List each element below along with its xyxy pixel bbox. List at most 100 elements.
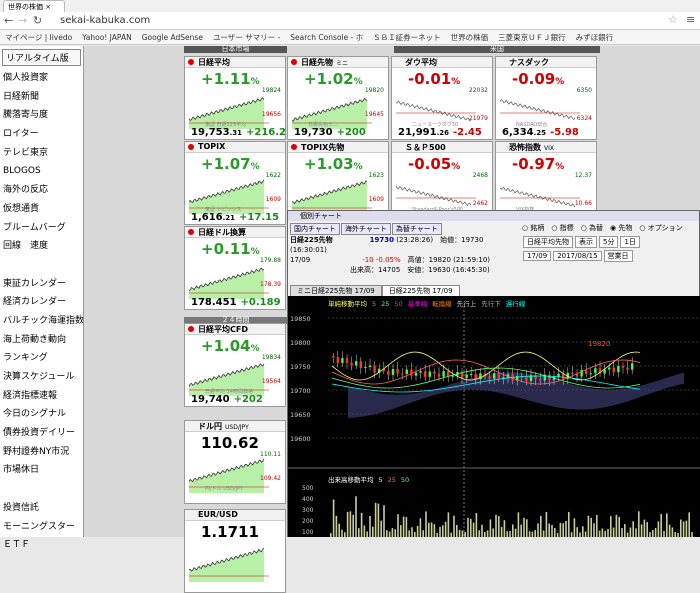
sidebar-item[interactable]: 個人投資家 [0,69,83,88]
sidebar-item[interactable]: モーニングスター [0,518,83,537]
sidebar-item[interactable]: バルチック海運指数 [0,312,83,331]
sidebar-item[interactable]: 東証カレンダー [0,275,83,294]
candle-body [488,376,491,379]
bookmark-item[interactable]: 世界の株価 [446,30,494,44]
sidebar-item[interactable]: 経済カレンダー [0,293,83,312]
sidebar-item[interactable]: 海外の反応 [0,181,83,200]
volume-bar [422,530,424,537]
price-decimal: .26 [436,129,449,137]
card-header: Ｓ＆Ｐ500 [392,142,492,153]
candle-body [345,358,349,363]
volume-bar [520,524,522,537]
market-card[interactable]: 日経ドル換算 +0.11% 179.88 178.39 178.451 +0.189 [184,226,286,310]
candle-body [451,375,454,377]
sidebar-item[interactable]: 決算スケジュール [0,368,83,387]
sidebar-item[interactable] [0,256,83,275]
market-card[interactable]: EUR/USD 1.1711 [184,509,286,593]
sidebar-item[interactable]: ブルームバーグ [0,219,83,238]
card-header: TOPIX先物 [288,142,388,153]
market-card[interactable]: 日経先物 ミニ +1.02% 19820 19645 日経先物ミニ 19,730 +200 [287,56,389,140]
back-icon[interactable]: ← [4,14,13,27]
sidebar-item[interactable]: 仮想通貨 [0,200,83,219]
realtime-link[interactable]: リアルタイム版 [2,49,81,66]
sidebar-item[interactable]: ＥＴＦ [0,536,83,555]
volume-bar [453,515,455,537]
bookmarks-bar: マイページ | livedo Yahoo! JAPAN Google AdSense… [0,30,700,45]
bookmark-item[interactable]: Yahoo! JAPAN [77,31,136,44]
star-icon[interactable]: ☆ [668,13,678,26]
url-field[interactable]: sekai-kabuka.com [60,15,150,26]
menu-icon[interactable]: ≡ [686,13,695,26]
card-name: 恐怖指数 [509,143,541,152]
date-field[interactable]: 2017/08/15 [553,251,602,261]
instrument-name: 日経225先物 [290,236,333,244]
sidebar-item[interactable]: 日経新聞 [0,88,83,107]
bookmark-item[interactable]: ユーザー サマリー - [208,30,285,44]
sidebar-item[interactable]: 海上荷動き動向 [0,331,83,350]
card-chart: 1622 1609 東証 トピックス [188,172,281,214]
chart-window-tab[interactable]: 海外チャート [340,223,391,235]
sidebar-item[interactable]: 騰落寄与度 [0,106,83,125]
forward-icon[interactable]: → [18,14,27,27]
card-percent-value: -0.05 [408,155,452,173]
browser-tab[interactable]: 世界の株価 × [3,0,65,12]
volume-bar [621,528,623,537]
volume-bar [464,532,466,537]
volume-bar [534,529,536,537]
bookmark-item[interactable]: みずほ銀行 [571,30,619,44]
chart-window-tab[interactable]: 国内チャート [290,223,340,235]
price-legend-item: 遅行線 [505,300,526,308]
axis-high: 1623 [368,172,384,179]
candle-body [608,367,611,370]
card-sub: VIX [544,145,554,152]
range-select[interactable]: 1日 [620,236,640,248]
instrument-select[interactable]: 日経平均先物 [523,236,573,248]
volume-bar [565,520,567,537]
candle-body [585,370,588,374]
sidebar-item[interactable]: BLOGOS [0,162,83,181]
market-card[interactable]: ナスダック -0.09% 6350 6324 NASDAQ総合 6,334.25 -5.98 [495,56,597,140]
reload-icon[interactable]: ↻ [33,14,42,27]
market-card[interactable]: ダウ平均 -0.01% 22032 21979 ニューヨークダウ30 21,991.26-… [391,56,493,140]
sidebar-item[interactable]: ロイター [0,125,83,144]
show-button[interactable]: 表示 [575,236,597,248]
chart-window-tab[interactable]: 為替チャート [391,223,442,235]
price-main: 21,991 [398,127,437,138]
instrument-type-radios[interactable]: ○ 銘柄 ○ 指標 ○ 為替 ◉ 先物 ○ オプション [522,223,683,233]
sidebar-item[interactable]: 今日のシグナル [0,405,83,424]
bookmark-item[interactable]: 三菱東京ＵＦＪ銀行 [493,30,571,44]
market-card[interactable]: 日経平均 +1.11% 19824 19656 東証 日経225平均 19,753.31 +… [184,56,286,140]
price-legend-item: 基準線 [407,300,428,308]
candle-body [391,369,395,375]
sidebar-item[interactable]: 市場休日 [0,461,83,480]
sidebar-item[interactable]: 経済指標速報 [0,387,83,406]
market-card[interactable]: ドル円 USD/JPY 110.62 110.11 109.42 円/ドル USD/JPY [184,420,286,504]
axis-low: 21979 [468,115,488,122]
card-percent: 1.1711 [201,523,259,541]
candle-body [424,371,427,377]
bookmark-item[interactable]: Search Console - ホ [285,30,368,44]
sidebar-item[interactable]: 野村證券NY市況 [0,443,83,462]
card-price: 21,991.26 -2.45 [398,127,482,138]
sidebar-item[interactable]: 投資信託 [0,499,83,518]
sidebar-item[interactable]: 債券投資デイリー [0,424,83,443]
sidebar-item[interactable] [0,480,83,499]
sidebar-item[interactable]: テレビ東京 [0,144,83,163]
market-card[interactable]: 日経平均CFD +1.04% 19834 19564 日経平均 24時間価格 19,740… [184,323,286,407]
candle-body [410,369,413,376]
bookmark-item[interactable]: ＳＢＩ証券ーネット [368,30,446,44]
candle-body [364,367,367,369]
bookmark-item[interactable]: マイページ | livedo [0,30,77,44]
volume-bar [377,503,380,537]
axis-high: 12.37 [574,172,592,179]
sidebar-item[interactable]: ランキング [0,349,83,368]
contract-select[interactable]: 17/09 [523,251,552,261]
card-header: 日経平均CFD [185,324,285,335]
sidebar-item[interactable]: 回線 速度 [0,237,83,256]
browser-tabbar: 世界の株価 × [0,0,700,12]
market-card[interactable]: TOPIX +1.07% 1622 1609 東証 トピックス 1,616.21 +17.1… [184,141,286,225]
candlestick-chart: 19850 19800 19750 19700 19650 19600 19820 500 40… [288,296,700,537]
bookmark-item[interactable]: Google AdSense [137,31,208,44]
interval-select[interactable]: 5分 [599,236,619,248]
card-name: 日経平均CFD [198,325,248,334]
